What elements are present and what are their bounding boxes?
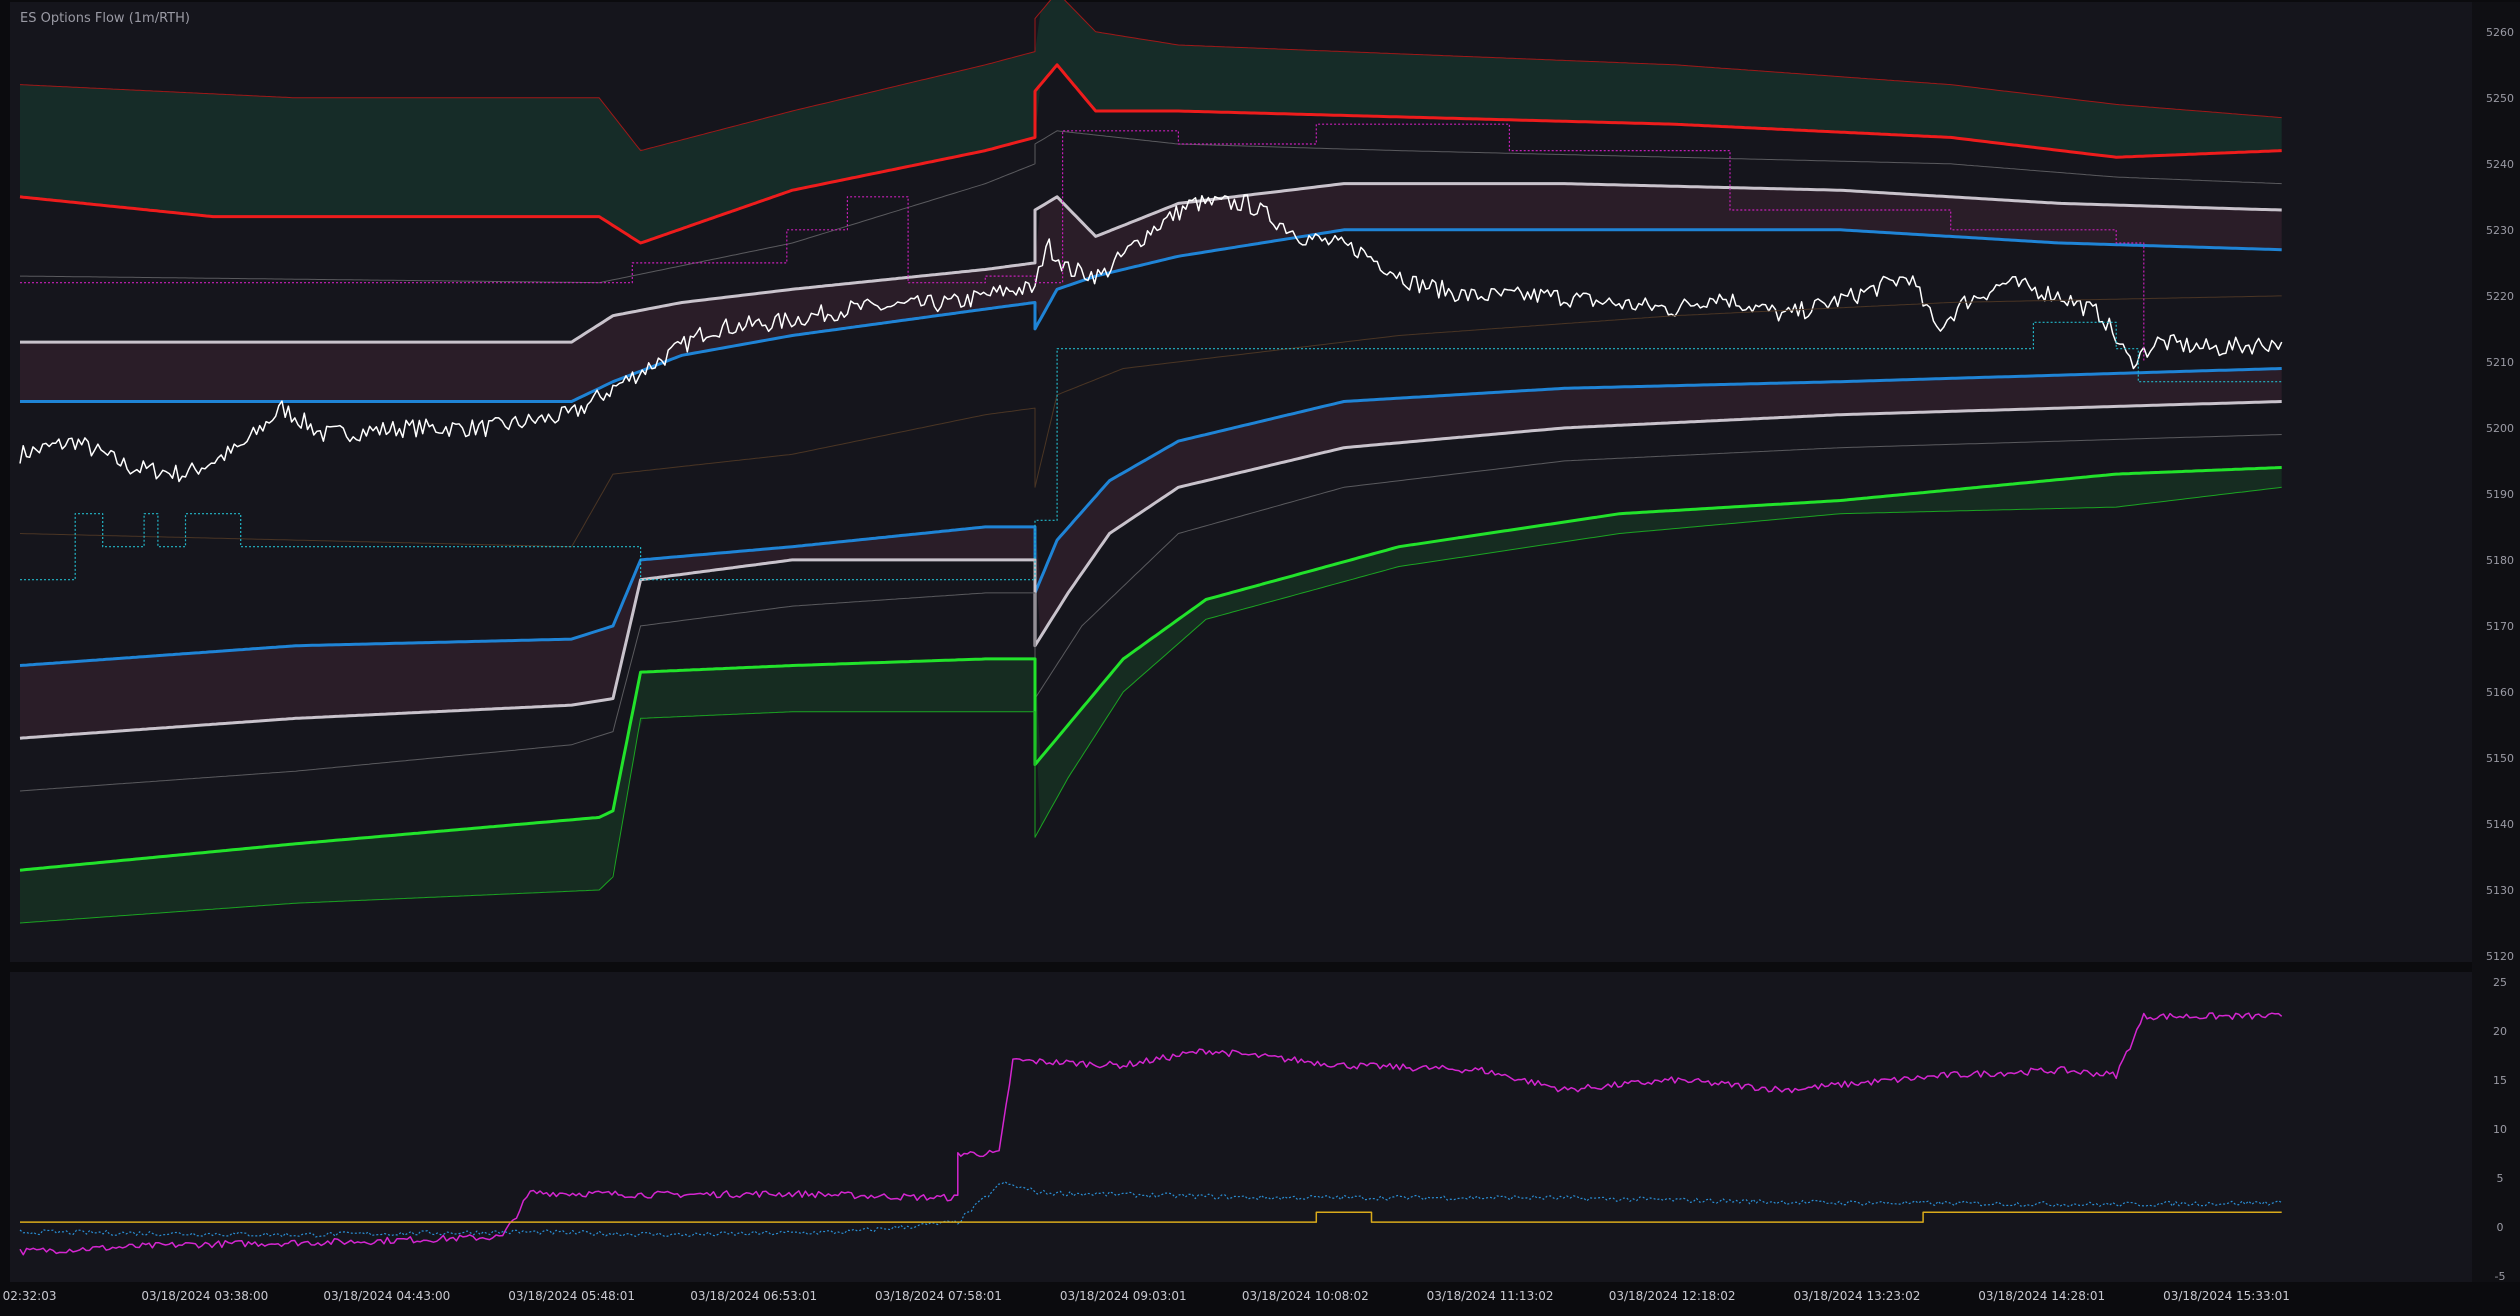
price-axis-bg	[2472, 2, 2520, 1282]
chart-title: ES Options Flow (1m/RTH)	[20, 11, 190, 26]
y-tick-label: 5250	[2486, 92, 2514, 105]
y-tick-label: 5	[2497, 1172, 2504, 1185]
x-tick-label: 03/18/2024 09:03:01	[1060, 1289, 1187, 1303]
x-tick-label: 03/18/2024 07:58:01	[875, 1289, 1002, 1303]
x-tick-label: 03/18/2024 11:13:02	[1427, 1289, 1554, 1303]
y-tick-label: 0	[2497, 1221, 2504, 1234]
y-tick-label: 5240	[2486, 158, 2514, 171]
x-tick-label: 03/18/2024 12:18:02	[1609, 1289, 1736, 1303]
x-tick-label: 03/18/2024 13:23:02	[1793, 1289, 1920, 1303]
y-tick-label: 5130	[2486, 884, 2514, 897]
y-tick-label: 5170	[2486, 620, 2514, 633]
x-tick-label: 03/18/2024 04:43:00	[323, 1289, 450, 1303]
y-tick-label: 5180	[2486, 554, 2514, 567]
y-tick-label: 5190	[2486, 488, 2514, 501]
x-tick-label: 03/18/2024 03:38:00	[141, 1289, 268, 1303]
x-tick-label: 03/18/2024 06:53:01	[690, 1289, 817, 1303]
x-tick-label: 03/18/2024 14:28:01	[1978, 1289, 2105, 1303]
x-tick-label: 03/18/2024 10:08:02	[1242, 1289, 1369, 1303]
lower-panel-bg	[10, 972, 2472, 1282]
y-tick-label: 5260	[2486, 26, 2514, 39]
x-tick-label: 24 02:32:03	[0, 1289, 56, 1303]
chart-root: ES Options Flow (1m/RTH) 5120 5130 5140 5150…	[0, 0, 2520, 1316]
y-tick-label: 5220	[2486, 290, 2514, 303]
y-tick-label: 5160	[2486, 686, 2514, 699]
y-tick-label: 20	[2493, 1025, 2507, 1038]
y-tick-label: -5	[2495, 1270, 2506, 1283]
y-tick-label: 15	[2493, 1074, 2507, 1087]
y-tick-label: 25	[2493, 976, 2507, 989]
x-tick-label: 03/18/2024 05:48:01	[508, 1289, 635, 1303]
y-tick-label: 5120	[2486, 950, 2514, 963]
options-flow-chart: ES Options Flow (1m/RTH)5120513051405150…	[0, 0, 2520, 1303]
y-tick-label: 5150	[2486, 752, 2514, 765]
y-tick-label: 5140	[2486, 818, 2514, 831]
y-tick-label: 5200	[2486, 422, 2514, 435]
y-tick-label: 5230	[2486, 224, 2514, 237]
y-tick-label: 10	[2493, 1123, 2507, 1136]
y-tick-label: 5210	[2486, 356, 2514, 369]
x-tick-label: 03/18/2024 15:33:01	[2163, 1289, 2290, 1303]
